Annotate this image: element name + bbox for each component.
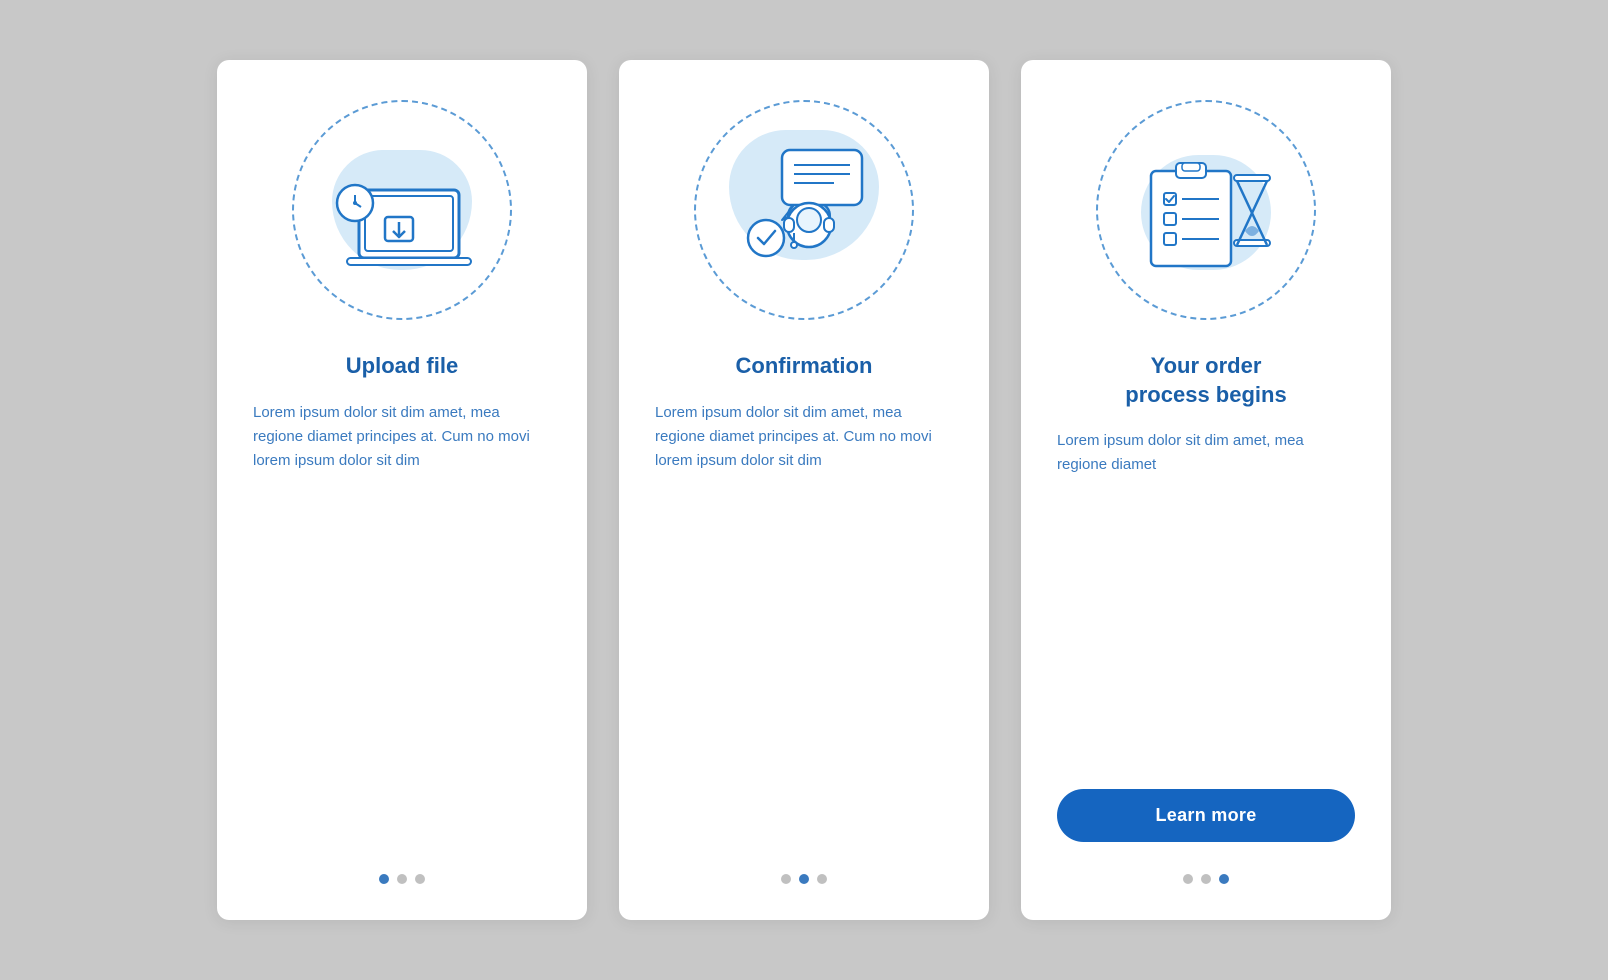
dot-2 [397,874,407,884]
dot-3 [817,874,827,884]
cards-container: Upload file Lorem ipsum dolor sit dim am… [217,60,1391,920]
pagination-dots-confirmation [781,874,827,884]
pagination-dots-upload [379,874,425,884]
dot-3 [1219,874,1229,884]
dot-1 [1183,874,1193,884]
icon-area-upload [292,100,512,320]
confirmation-icon [714,130,894,290]
card-order-process: Your orderprocess begins Lorem ipsum dol… [1021,60,1391,920]
card-body-upload: Lorem ipsum dolor sit dim amet, mea regi… [253,401,551,493]
dot-1 [781,874,791,884]
upload-file-icon [317,135,487,285]
learn-more-button[interactable]: Learn more [1057,789,1355,842]
card-title-confirmation: Confirmation [736,352,873,381]
order-process-icon [1119,133,1294,288]
card-body-order: Lorem ipsum dolor sit dim amet, mea regi… [1057,429,1355,497]
dot-2 [799,874,809,884]
card-title-upload: Upload file [346,352,458,381]
dot-3 [415,874,425,884]
dot-2 [1201,874,1211,884]
card-upload-file: Upload file Lorem ipsum dolor sit dim am… [217,60,587,920]
card-confirmation: Confirmation Lorem ipsum dolor sit dim a… [619,60,989,920]
dot-1 [379,874,389,884]
card-body-confirmation: Lorem ipsum dolor sit dim amet, mea regi… [655,401,953,493]
pagination-dots-order [1183,874,1229,884]
card-title-order: Your orderprocess begins [1125,352,1286,409]
icon-area-confirmation [694,100,914,320]
icon-area-order [1096,100,1316,320]
